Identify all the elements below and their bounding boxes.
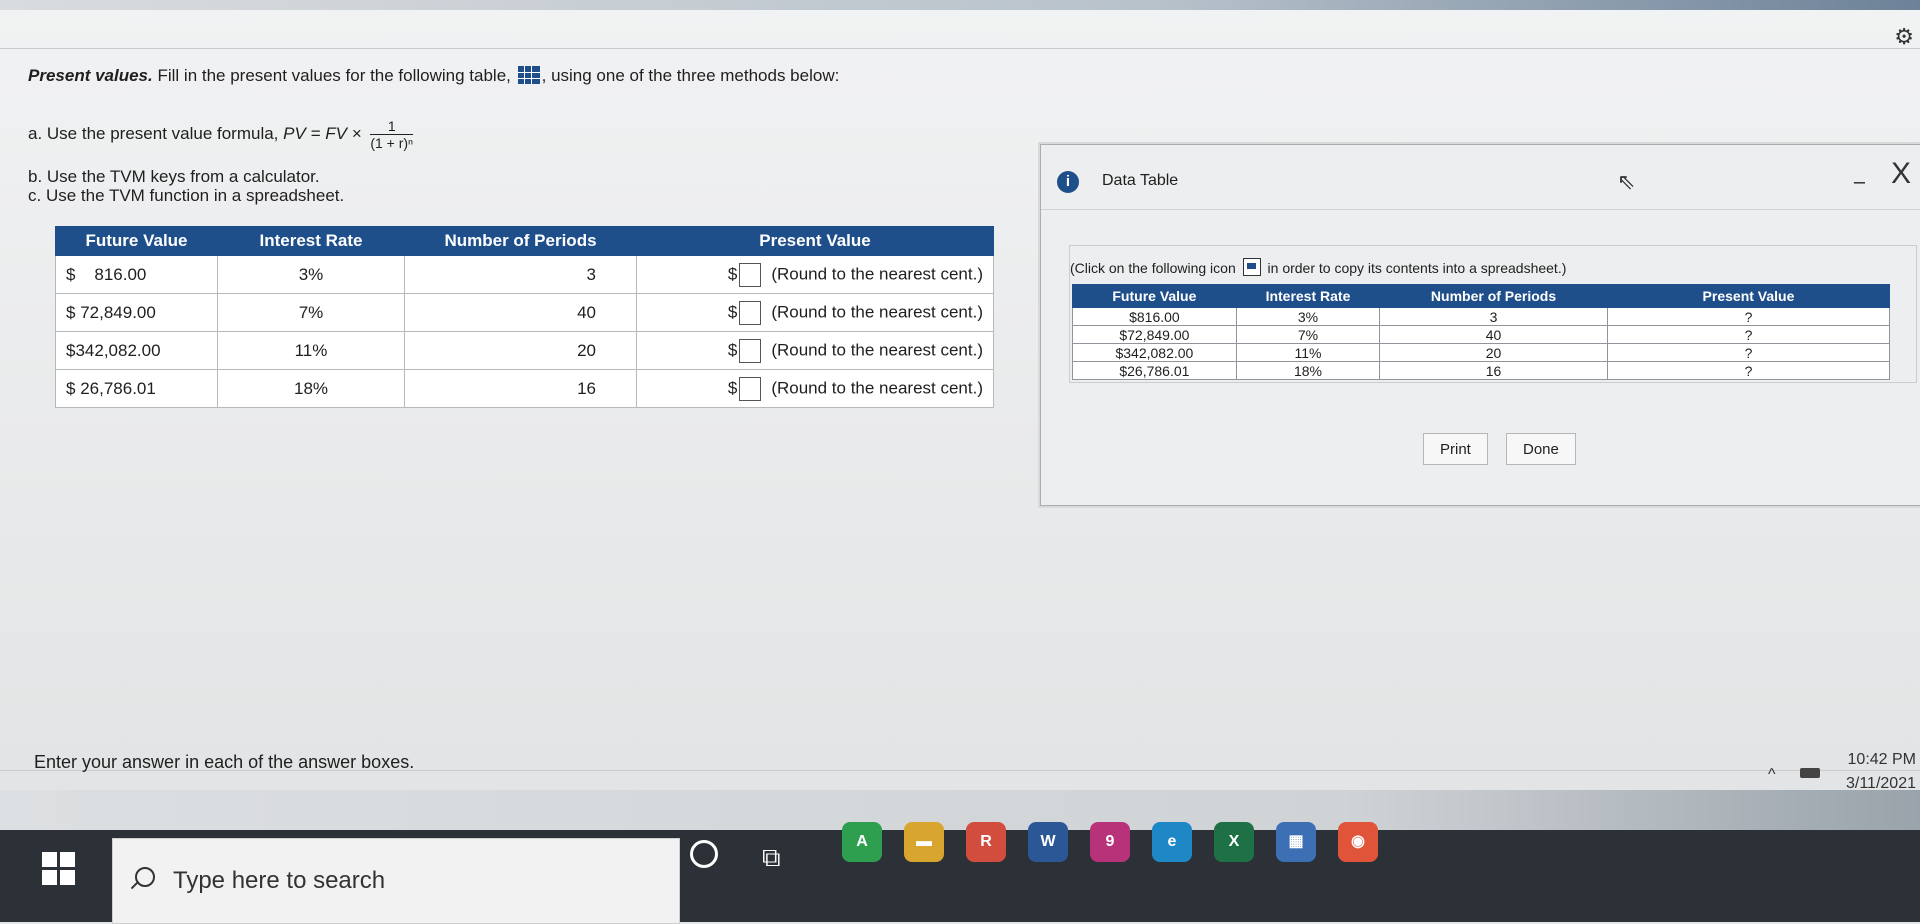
table-row: $342,082.00 11% 20 $ (Round to the neares…: [55, 331, 994, 370]
table-row: $816.00 3% 3 ?: [1072, 307, 1891, 326]
dt-future-value: $72,849.00: [1072, 325, 1237, 344]
dialog-title: Data Table: [1102, 172, 1179, 189]
copy-instruction: (Click on the following icon in order to…: [1070, 258, 1567, 276]
dt-header-number-of-periods: Number of Periods: [1379, 284, 1608, 308]
gear-icon[interactable]: ⚙: [1894, 24, 1914, 50]
header-present-value: Present Value: [636, 226, 994, 256]
tray-chevron-icon[interactable]: ^: [1768, 766, 1776, 784]
word-icon[interactable]: W: [1028, 822, 1068, 862]
table-icon[interactable]: [517, 66, 540, 84]
snipping-icon[interactable]: 9: [1090, 822, 1130, 862]
dt-header-interest-rate: Interest Rate: [1235, 284, 1381, 308]
present-value-answer-input[interactable]: [739, 376, 762, 401]
dt-periods: 40: [1379, 325, 1608, 344]
present-value-answer-input[interactable]: [739, 262, 762, 287]
dt-header-present-value: Present Value: [1606, 284, 1891, 308]
present-value-answer-input[interactable]: [739, 300, 762, 325]
table-row: $ 816.00 3% 3 $ (Round to the nearest cen…: [55, 255, 994, 294]
minimize-button[interactable]: –: [1854, 171, 1865, 194]
data-table-dialog: i Data Table ⇖ – X (Click on the followi…: [1040, 144, 1920, 506]
interest-rate-cell: 11%: [217, 331, 405, 370]
dt-interest-rate: 3%: [1235, 307, 1381, 326]
system-clock[interactable]: 10:42 PM 3/11/2021: [1846, 748, 1916, 796]
chrome-profile-icon[interactable]: R: [966, 822, 1006, 862]
dt-interest-rate: 18%: [1235, 361, 1381, 380]
header-number-of-periods: Number of Periods: [404, 226, 637, 256]
method-b: b. Use the TVM keys from a calculator.: [28, 167, 320, 186]
browser-top-strip: [0, 0, 1920, 10]
dt-header-future-value: Future Value: [1072, 284, 1237, 308]
table-row: $342,082.00 11% 20 ?: [1072, 343, 1891, 362]
dt-present-value: ?: [1606, 343, 1891, 362]
method-c: c. Use the TVM function in a spreadsheet…: [28, 186, 345, 205]
dt-future-value: $816.00: [1072, 307, 1237, 326]
periods-cell: 16: [404, 369, 637, 408]
file-explorer-icon[interactable]: ▬: [904, 822, 944, 862]
dt-present-value: ?: [1606, 361, 1891, 380]
print-button[interactable]: Print: [1423, 433, 1488, 465]
periods-cell: 3: [404, 255, 637, 294]
answer-instruction: Enter your answer in each of the answer …: [34, 752, 415, 772]
header-future-value: Future Value: [55, 226, 218, 256]
battery-icon[interactable]: [1800, 768, 1820, 778]
dt-periods: 16: [1379, 361, 1608, 380]
edge-icon[interactable]: e: [1152, 822, 1192, 862]
future-value-cell: $ 26,786.01: [55, 369, 218, 408]
pv-formula: PV = FV × 1 (1 + r)ⁿ: [283, 118, 414, 151]
cortana-icon[interactable]: [690, 840, 718, 868]
copy-to-spreadsheet-icon[interactable]: [1242, 258, 1261, 276]
present-value-cell: $ (Round to the nearest cent.): [636, 255, 994, 294]
dt-future-value: $26,786.01: [1072, 361, 1237, 380]
dialog-body: (Click on the following icon in order to…: [1069, 245, 1917, 383]
taskbar-upper-strip: [0, 790, 1920, 830]
present-value-cell: $ (Round to the nearest cent.): [636, 331, 994, 370]
future-value-cell: $342,082.00: [55, 331, 218, 370]
search-icon: [135, 867, 155, 887]
present-value-cell: $ (Round to the nearest cent.): [636, 293, 994, 332]
question-title: Present values. Fill in the present valu…: [28, 66, 840, 85]
dialog-header: i Data Table ⇖ – X: [1041, 145, 1920, 210]
dt-future-value: $342,082.00: [1072, 343, 1237, 362]
dt-present-value: ?: [1606, 307, 1891, 326]
dt-interest-rate: 7%: [1235, 325, 1381, 344]
formula-fraction: 1 (1 + r)ⁿ: [370, 118, 414, 151]
dt-periods: 3: [1379, 307, 1608, 326]
future-value-cell: $ 816.00: [55, 255, 218, 294]
clock-date: 3/11/2021: [1846, 775, 1916, 792]
interest-rate-cell: 3%: [217, 255, 405, 294]
data-table: Future Value Interest Rate Number of Per…: [1072, 284, 1891, 380]
info-icon: i: [1057, 171, 1079, 193]
taskbar-search[interactable]: Type here to search: [112, 838, 680, 924]
windows-start-icon[interactable]: [42, 852, 76, 886]
excel-icon[interactable]: X: [1214, 822, 1254, 862]
periods-cell: 20: [404, 331, 637, 370]
interest-rate-cell: 7%: [217, 293, 405, 332]
dt-interest-rate: 11%: [1235, 343, 1381, 362]
done-button[interactable]: Done: [1506, 433, 1576, 465]
present-value-answer-input[interactable]: [739, 338, 762, 363]
clock-time: 10:42 PM: [1847, 751, 1916, 768]
table-row: $ 26,786.01 18% 16 $ (Round to the neares…: [55, 369, 994, 408]
periods-cell: 40: [404, 293, 637, 332]
header-interest-rate: Interest Rate: [217, 226, 405, 256]
dt-present-value: ?: [1606, 325, 1891, 344]
future-value-cell: $ 72,849.00: [55, 293, 218, 332]
dt-periods: 20: [1379, 343, 1608, 362]
present-value-cell: $ (Round to the nearest cent.): [636, 369, 994, 408]
table-row: $ 72,849.00 7% 40 $ (Round to the nearest…: [55, 293, 994, 332]
table-row: $26,786.01 18% 16 ?: [1072, 361, 1891, 380]
close-button[interactable]: X: [1891, 157, 1911, 191]
mouse-cursor-icon: ⇖: [1617, 169, 1636, 194]
media-player-icon[interactable]: ◉: [1338, 822, 1378, 862]
chrome-icon[interactable]: A: [842, 822, 882, 862]
interest-rate-cell: 18%: [217, 369, 405, 408]
method-a: a. Use the present value formula, PV = F…: [28, 118, 414, 151]
calculator-icon[interactable]: ▦: [1276, 822, 1316, 862]
divider: [0, 48, 1920, 49]
present-value-table: Future Value Interest Rate Number of Per…: [55, 226, 994, 408]
search-placeholder: Type here to search: [173, 867, 386, 894]
question-title-bold: Present values.: [28, 66, 153, 85]
table-row: $72,849.00 7% 40 ?: [1072, 325, 1891, 344]
task-view-icon[interactable]: ⧉: [762, 842, 781, 874]
